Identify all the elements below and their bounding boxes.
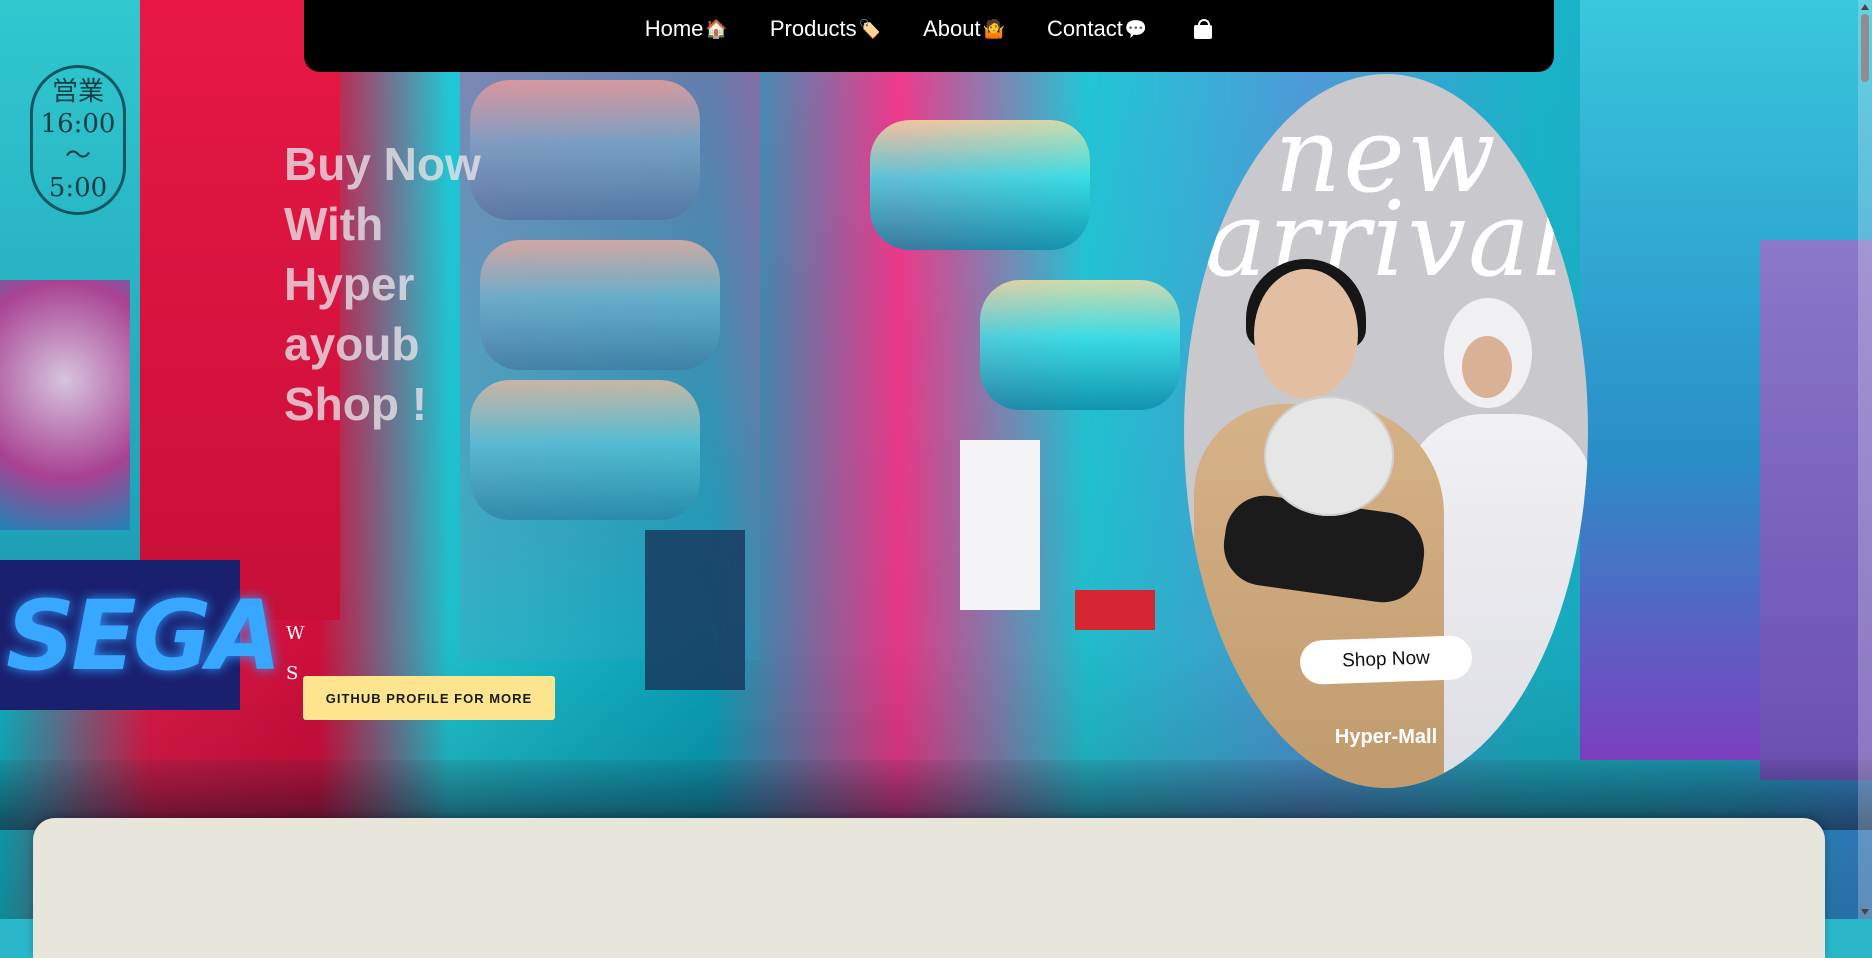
hero-title-line: Hyper (284, 258, 415, 310)
fan-image (1264, 396, 1394, 516)
store-hours-sign: 営業 16:00 〜 5:00 (30, 65, 126, 215)
shrug-icon: 🤷 (982, 19, 1006, 39)
new-arrival-card: new arrival Shop Now Hyper-Mall (1184, 74, 1588, 788)
scrollbar[interactable] (1858, 0, 1872, 919)
nav-link-about-label: About (923, 16, 981, 41)
hero-title-line: Buy Now (284, 138, 481, 190)
brand-name: Hyper-Mall (1334, 726, 1438, 748)
anime-billboard (0, 280, 130, 530)
light-tube (980, 280, 1180, 410)
nav-link-contact-label: Contact (1047, 16, 1123, 41)
tag-icon: 🏷️ (858, 19, 882, 39)
scroll-down-arrow-icon[interactable] (1861, 909, 1869, 915)
nav-link-contact[interactable]: Contact 💬 (1047, 16, 1147, 42)
model-photo (1254, 269, 1358, 399)
content-panel (33, 818, 1825, 958)
nav-link-home[interactable]: Home 🏠 (645, 16, 728, 42)
nav-link-about[interactable]: About 🤷 (923, 16, 1005, 42)
nav-link-products[interactable]: Products 🏷️ (770, 16, 881, 42)
nav-link-products-label: Products (769, 16, 857, 41)
hero-background-image: 営業 16:00 〜 5:00 SEGA (0, 0, 1872, 919)
github-profile-button[interactable]: GITHUB PROFILE FOR MORE (303, 676, 555, 720)
purple-building (1760, 240, 1872, 780)
top-navbar: Home 🏠 Products 🏷️ About 🤷 Contact 💬 (304, 0, 1554, 72)
hero-title: Buy Now With Hyper ayoub Shop ! (284, 134, 544, 434)
side-letters: W S (286, 614, 305, 694)
laox-sign (960, 440, 1040, 610)
scrollbar-thumb[interactable] (1861, 14, 1869, 82)
sega-sign: SEGA (0, 560, 282, 710)
speech-bubble-icon: 💬 (1124, 19, 1148, 39)
scroll-up-arrow-icon[interactable] (1861, 4, 1869, 10)
hero-title-line: ayoub (284, 318, 420, 370)
red-sign (1075, 590, 1155, 630)
shop-now-button[interactable]: Shop Now (1299, 635, 1473, 685)
nav-links: Home 🏠 Products 🏷️ About 🤷 Contact 💬 (304, 0, 1554, 58)
nav-link-home-label: Home (644, 16, 704, 41)
cart-link[interactable] (1189, 19, 1213, 39)
light-tube (870, 120, 1090, 250)
side-letter: S (286, 663, 299, 684)
model-photo (1462, 336, 1512, 398)
side-letter: W (286, 623, 305, 644)
hero-title-line: Shop ! (284, 378, 428, 430)
hero-title-line: With (284, 198, 384, 250)
shopping-bag-icon (1193, 19, 1213, 39)
blue-sign (645, 530, 745, 690)
house-icon: 🏠 (705, 19, 728, 39)
new-arrival-headline-2: arrival (1204, 178, 1568, 300)
